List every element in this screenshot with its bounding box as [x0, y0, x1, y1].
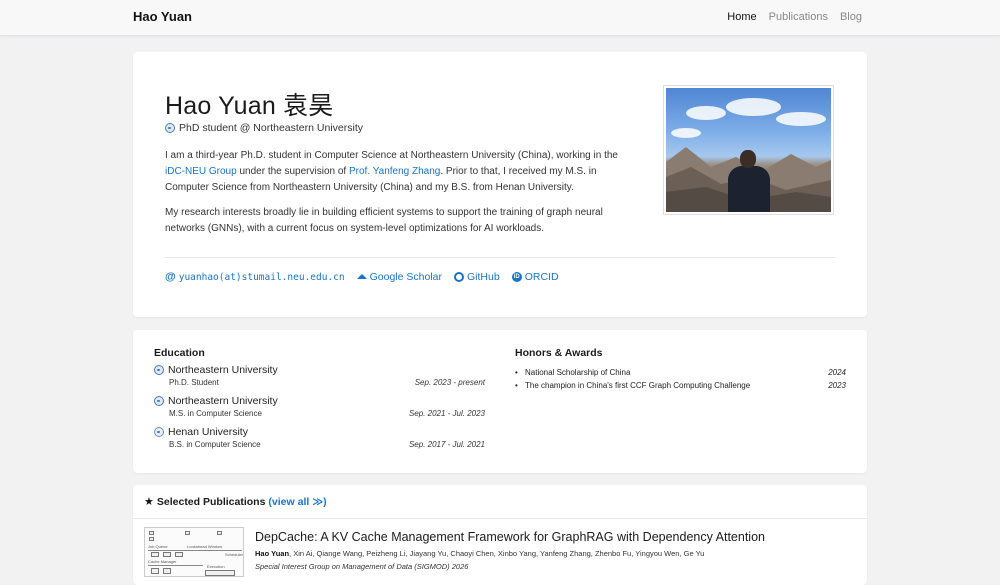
- education-title: Education: [154, 347, 205, 359]
- date-range: Sep. 2023 - present: [414, 378, 485, 387]
- degree: M.S. in Computer Science: [169, 409, 262, 418]
- publications-card: ★ Selected Publications (view all ≫) Job…: [133, 485, 867, 585]
- bio-paragraph-1: I am a third-year Ph.D. student in Compu…: [165, 148, 640, 196]
- nav-home[interactable]: Home: [727, 11, 756, 23]
- thumb-label: Scheduler: [225, 552, 244, 557]
- education-item: Northeastern University M.S. in Computer…: [154, 395, 485, 421]
- honor-year: 2024: [828, 368, 846, 377]
- group-link[interactable]: iDC-NEU Group: [165, 166, 237, 177]
- view-all-link[interactable]: (view all ≫): [268, 496, 326, 508]
- publication-venue: Special Interest Group on Management of …: [255, 562, 469, 571]
- bio-text: I am a third-year Ph.D. student in Compu…: [165, 150, 618, 161]
- nav-blog[interactable]: Blog: [840, 11, 862, 23]
- orcid-text: ORCID: [524, 271, 559, 283]
- neu-logo-icon: [154, 365, 164, 375]
- orcid-link[interactable]: iD ORCID: [511, 271, 559, 283]
- thumb-label: Execution: [207, 564, 225, 569]
- google-scholar-link[interactable]: Google Scholar: [356, 271, 442, 283]
- github-icon: [454, 272, 464, 282]
- honors-section: Honors & Awards National Scholarship of …: [515, 347, 846, 392]
- henan-university-logo-icon: [154, 427, 164, 437]
- neu-logo-icon: [154, 396, 164, 406]
- honor-item: National Scholarship of China 2024: [515, 366, 846, 379]
- degree: B.S. in Computer Science: [169, 440, 261, 449]
- bio-paragraph-2: My research interests broadly lie in bui…: [165, 207, 603, 234]
- first-author: Hao Yuan: [255, 549, 290, 558]
- thumb-label: Lookahead Window: [187, 544, 223, 549]
- bio-text: under the supervision of: [236, 166, 349, 177]
- school-name: Henan University: [168, 426, 248, 438]
- advisor-link[interactable]: Prof. Yanfeng Zhang: [349, 166, 440, 177]
- education-item: Northeastern University Ph.D. Student Se…: [154, 364, 485, 390]
- email-text: yuanhao(at)stumail.neu.edu.cn: [178, 271, 345, 283]
- education-section: Education Northeastern University Ph.D. …: [154, 347, 485, 452]
- honor-year: 2023: [828, 381, 846, 390]
- github-text: GitHub: [467, 271, 500, 283]
- star-icon: ★: [144, 496, 154, 508]
- publication-title[interactable]: DepCache: A KV Cache Management Framewor…: [255, 530, 765, 544]
- date-range: Sep. 2017 - Jul. 2021: [408, 440, 485, 449]
- publications-title: Selected Publications: [156, 495, 266, 508]
- publication-authors: Hao Yuan, Xin Ai, Qiange Wang, Peizheng …: [255, 549, 704, 558]
- thumb-label: Job Queue: [148, 544, 168, 549]
- profile-photo: [663, 85, 834, 215]
- education-item: Henan University B.S. in Computer Scienc…: [154, 426, 485, 452]
- at-icon: @: [165, 271, 176, 283]
- email-link[interactable]: @ yuanhao(at)stumail.neu.edu.cn: [165, 271, 345, 283]
- honors-title: Honors & Awards: [515, 347, 603, 359]
- education-honors-card: Education Northeastern University Ph.D. …: [133, 330, 867, 473]
- navbar: Hao Yuan Home Publications Blog: [0, 0, 1000, 36]
- school-name: Northeastern University: [168, 395, 278, 407]
- nav-links: Home Publications Blog: [727, 11, 862, 23]
- profile-bio: I am a third-year Ph.D. student in Compu…: [165, 148, 640, 237]
- co-authors: , Xin Ai, Qiange Wang, Peizheng Li, Jiay…: [289, 549, 705, 558]
- profile-role: PhD student @ Northeastern University: [165, 122, 363, 134]
- profile-links: @ yuanhao(at)stumail.neu.edu.cn Google S…: [165, 271, 559, 283]
- honor-text: The champion in China's first CCF Graph …: [525, 381, 751, 390]
- publications-header: ★ Selected Publications (view all ≫): [144, 495, 327, 509]
- honor-item: The champion in China's first CCF Graph …: [515, 379, 846, 392]
- profile-card: Hao Yuan 袁昊 PhD student @ Northeastern U…: [133, 52, 867, 317]
- honors-list: National Scholarship of China 2024 The ch…: [515, 366, 846, 392]
- publication-thumbnail[interactable]: Job Queue Cache Manager Execution Lookah…: [144, 527, 244, 577]
- google-scholar-text: Google Scholar: [369, 271, 442, 283]
- nav-publications[interactable]: Publications: [769, 11, 828, 23]
- profile-name: Hao Yuan 袁昊: [165, 92, 334, 120]
- date-range: Sep. 2021 - Jul. 2023: [408, 409, 485, 418]
- orcid-icon: iD: [511, 272, 522, 282]
- profile-divider: [165, 257, 835, 258]
- publications-divider: [133, 518, 867, 519]
- profile-role-text: PhD student @ Northeastern University: [179, 122, 363, 134]
- github-link[interactable]: GitHub: [454, 271, 500, 283]
- school-name: Northeastern University: [168, 364, 278, 376]
- honor-text: National Scholarship of China: [525, 368, 631, 377]
- graduation-cap-icon: [356, 273, 367, 279]
- university-logo-icon: [165, 123, 175, 133]
- profile-photo-image: [666, 88, 831, 212]
- thumb-label: Cache Manager: [148, 559, 177, 564]
- degree: Ph.D. Student: [169, 378, 219, 387]
- site-brand[interactable]: Hao Yuan: [133, 9, 192, 24]
